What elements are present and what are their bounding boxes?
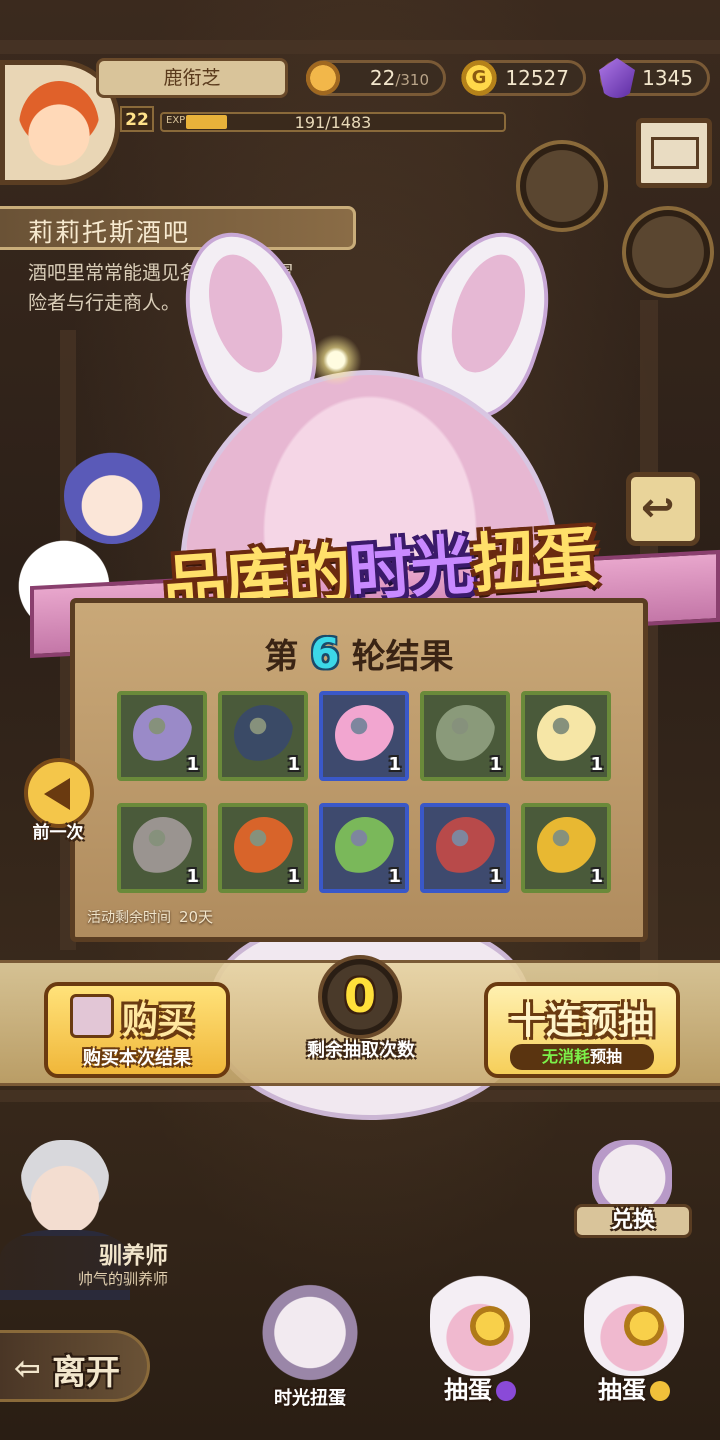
sparkle-icon	[306, 330, 366, 390]
exchange-button[interactable]: 兑换	[574, 1140, 692, 1244]
previous-round-label: 前一次	[32, 823, 84, 843]
result-panel: 第 6 轮结果 1 1 1 1 1 1 1 1 1 1 活动剩余时间 20天	[70, 598, 648, 942]
left-arrow-icon	[44, 778, 70, 810]
item-count: 1	[287, 866, 300, 887]
bread-icon	[303, 58, 343, 98]
event-time-label: 活动剩余时间	[87, 910, 171, 926]
return-arrow-icon: ↩	[641, 485, 675, 531]
gold-jelly-icon	[537, 817, 597, 877]
gold-gacha-button[interactable]: 抽蛋	[574, 1266, 694, 1416]
stamina-max: /310	[395, 71, 429, 89]
dark-shell-icon	[234, 705, 294, 765]
round-suffix: 轮结果	[351, 637, 454, 677]
green-cabbage-icon	[335, 817, 395, 877]
item-count: 1	[388, 754, 401, 775]
result-item-slot[interactable]: 1	[420, 803, 510, 893]
exchange-label: 兑换	[574, 1204, 692, 1238]
gem-counter[interactable]: 1345	[599, 58, 710, 98]
backpack-button[interactable]	[622, 206, 714, 298]
result-item-slot[interactable]: 1	[521, 691, 611, 781]
gold-coin-icon	[650, 1381, 670, 1401]
gem-gacha-button[interactable]: 抽蛋	[420, 1266, 540, 1416]
buy-label: 购买	[122, 1001, 195, 1042]
gray-fur-icon	[133, 817, 193, 877]
envelope-icon	[651, 137, 699, 169]
remaining-draws-value: 0	[343, 969, 376, 1023]
remaining-draws-label: 剩余抽取次数	[307, 1040, 415, 1061]
result-item-slot[interactable]: 1	[218, 691, 308, 781]
leaf-seed-icon	[436, 705, 496, 765]
location-name: 莉莉托斯酒吧	[28, 218, 191, 247]
fire-egg-icon	[234, 817, 294, 877]
pink-slime-icon	[335, 705, 395, 765]
gold-gacha-label: 抽蛋	[598, 1376, 646, 1404]
npc-name: 驯养师	[99, 1243, 168, 1269]
time-gacha-label: 时光扭蛋	[274, 1388, 346, 1409]
item-count: 1	[489, 866, 502, 887]
quest-scroll-button[interactable]	[516, 140, 608, 232]
item-count: 1	[590, 866, 603, 887]
trainer-nameplate: 驯养师 帅气的驯养师	[0, 1236, 180, 1290]
gold-counter[interactable]: G 12527	[459, 58, 586, 98]
stamina-counter[interactable]: 22/310	[303, 58, 446, 98]
remaining-draws-counter: 0	[318, 955, 402, 1039]
buy-button[interactable]: 购买 购买本次结果	[44, 982, 230, 1078]
red-helmet-icon	[436, 817, 496, 877]
ten-draw-preview-button[interactable]: 十连预抽 无消耗预抽	[484, 982, 680, 1078]
result-item-slot[interactable]: 1	[420, 691, 510, 781]
leave-button[interactable]: ⇦ 离开	[0, 1330, 150, 1402]
result-item-slot[interactable]: 1	[117, 803, 207, 893]
npc-title: 帅气的驯养师	[77, 1270, 168, 1288]
ten-draw-sublabel: 无消耗预抽	[510, 1044, 654, 1070]
round-prefix: 第	[264, 637, 299, 677]
result-item-slot[interactable]: 1	[521, 803, 611, 893]
gem-value: 1345	[642, 66, 693, 90]
gold-coin-icon: G	[459, 58, 499, 98]
leave-label: 离开	[52, 1353, 120, 1393]
previous-round-button[interactable]: 前一次	[20, 758, 96, 848]
buy-sublabel: 购买本次结果	[83, 1048, 191, 1069]
exp-bar: EXP 191/1483	[160, 112, 506, 132]
gem-icon	[496, 1381, 516, 1401]
ten-draw-label: 十连预抽	[509, 1001, 654, 1042]
item-count: 1	[489, 754, 502, 775]
return-button[interactable]: ↩	[626, 472, 700, 546]
exp-value: 191/1483	[294, 113, 372, 132]
result-item-slot[interactable]: 1	[319, 691, 409, 781]
event-time-value: 20天	[179, 908, 214, 926]
round-title: 第 6 轮结果	[75, 629, 643, 678]
result-item-slot[interactable]: 1	[117, 691, 207, 781]
time-gacha-icon	[260, 1272, 360, 1382]
time-gacha-button[interactable]: 时光扭蛋	[250, 1272, 370, 1422]
bunny-gacha-icon	[430, 1266, 530, 1376]
item-count: 1	[186, 754, 199, 775]
stamina-value: 22	[369, 66, 396, 90]
result-item-slot[interactable]: 1	[319, 803, 409, 893]
gacha-ticket-icon	[70, 994, 114, 1038]
round-number: 6	[310, 629, 340, 678]
free-cost-label: 无消耗	[541, 1047, 590, 1066]
title-part: 扭蛋	[469, 519, 599, 603]
dome-crystal-icon	[537, 705, 597, 765]
item-count: 1	[388, 866, 401, 887]
mail-button[interactable]	[636, 118, 712, 188]
gem-gacha-label: 抽蛋	[444, 1376, 492, 1404]
item-count: 1	[186, 866, 199, 887]
item-count: 1	[287, 754, 300, 775]
bunny-gacha-icon	[584, 1266, 684, 1376]
purple-bulb-icon	[133, 705, 193, 765]
item-count: 1	[590, 754, 603, 775]
player-level: 22	[120, 106, 154, 132]
result-item-slot[interactable]: 1	[218, 803, 308, 893]
left-arrow-icon: ⇦	[14, 1349, 41, 1387]
preview-label: 预抽	[590, 1047, 623, 1066]
player-name: 鹿衔芝	[96, 58, 288, 98]
gold-value: 12527	[505, 66, 569, 90]
event-time-remaining: 活动剩余时间 20天	[87, 906, 213, 927]
